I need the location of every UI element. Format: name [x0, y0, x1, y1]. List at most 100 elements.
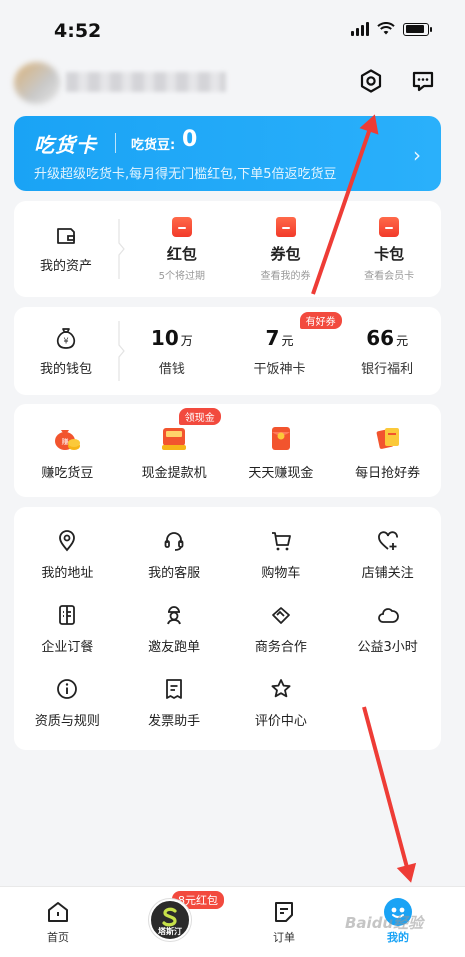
my-assets-label: 我的资产 [39, 258, 92, 274]
status-bar: 4:52 [0, 0, 465, 56]
cardpack-title: 卡包 [374, 244, 405, 263]
cardpack-sub: 查看会员卡 [364, 270, 415, 282]
info-icon [57, 679, 78, 699]
promo-card: 赚 赚吃货豆 领现金 现金提款机 天天赚现金 每日抢好券 [14, 404, 441, 497]
coupon-sub: 查看我的券 [260, 270, 311, 282]
my-wallet-button[interactable]: ¥ 我的钱包 [14, 307, 118, 395]
tab-home[interactable]: 首页 [18, 887, 98, 957]
get-cash-tag: 领现金 [178, 408, 221, 425]
profile-header [0, 56, 465, 110]
tool-business-label: 商务合作 [254, 640, 307, 655]
svg-text:赚: 赚 [62, 437, 69, 446]
money-bag-icon: ¥ [56, 327, 76, 349]
daily-cash-item[interactable]: 天天赚现金 [228, 424, 335, 481]
tool-enterprise-label: 企业订餐 [41, 640, 94, 655]
coupon-title: 券包 [270, 244, 301, 263]
heart-plus-icon [377, 531, 398, 550]
message-button[interactable] [408, 66, 438, 96]
meal-card-item[interactable]: 有好券 7元 干饭神卡 [226, 307, 342, 395]
red-envelope-icon [271, 427, 290, 450]
tool-review-label: 评价中心 [254, 714, 307, 729]
bank-benefit-amount: 66 元 [366, 325, 409, 350]
message-icon [412, 71, 434, 92]
tab-orders-label: 订单 [273, 931, 295, 944]
cardpack-icon [379, 216, 400, 237]
order-icon [275, 902, 293, 922]
settings-button[interactable] [356, 66, 386, 96]
meal-card-amount: 7元 [265, 325, 294, 350]
tool-address-label: 我的地址 [41, 566, 94, 581]
tool-service-label: 我的客服 [148, 566, 201, 581]
tastien-logo-text: 塔斯汀 [158, 927, 182, 936]
tool-empty [334, 677, 441, 751]
building-icon [59, 605, 76, 625]
cash-atm-item[interactable]: 领现金 现金提款机 [121, 408, 228, 481]
assets-card: 我的资产 红包 5个将过期 券包 查看我的券 卡包 查看会员卡 [14, 201, 441, 297]
status-icons [351, 22, 432, 36]
headset-icon [164, 532, 184, 551]
daily-cash-label: 天天赚现金 [248, 466, 314, 481]
vip-subtitle: 升级超级吃货卡,每月得无门槛红包,下单5倍返吃货豆 [34, 167, 337, 182]
tool-rules-label: 资质与规则 [34, 714, 100, 729]
redpacket-item[interactable]: 红包 5个将过期 [130, 201, 234, 297]
earn-beans-item[interactable]: 赚 赚吃货豆 [14, 424, 121, 481]
tab-orders[interactable]: 订单 [244, 887, 324, 957]
bank-benefit-item[interactable]: 66 元 银行福利 [333, 307, 441, 395]
daily-coupon-label: 每日抢好券 [355, 466, 421, 481]
tastien-logo: 塔斯汀 [149, 899, 191, 941]
tool-cart-label: 购物车 [261, 566, 301, 581]
invoice-icon [166, 679, 183, 699]
coupon-item[interactable]: 券包 查看我的券 [234, 201, 338, 297]
tool-address[interactable]: 我的地址 [14, 529, 121, 603]
tool-invoice-label: 发票助手 [148, 714, 201, 729]
vip-divider [115, 133, 116, 153]
coupon-icon [275, 216, 296, 237]
cash-atm-label: 现金提款机 [141, 466, 207, 481]
tool-invite[interactable]: 邀友跑单 [121, 603, 228, 677]
tool-follow-label: 店铺关注 [361, 566, 414, 581]
username-blurred[interactable] [66, 72, 226, 92]
tool-service[interactable]: 我的客服 [121, 529, 228, 603]
tab-home-label: 首页 [47, 931, 69, 944]
cardpack-item[interactable]: 卡包 查看会员卡 [337, 201, 441, 297]
chevron-right-icon: › [413, 143, 421, 167]
redpacket-sub: 5个将过期 [158, 270, 206, 282]
handshake-icon [271, 607, 290, 624]
vip-beans-value: 0 [182, 127, 198, 152]
cloud-icon [377, 608, 399, 623]
tool-rules[interactable]: 资质与规则 [14, 677, 121, 751]
tab-center-promo[interactable]: 8元红包 塔斯汀 [130, 887, 224, 957]
status-time: 4:52 [54, 20, 102, 42]
daily-coupon-item[interactable]: 每日抢好券 [334, 424, 441, 481]
tool-business[interactable]: 商务合作 [228, 603, 335, 677]
cart-icon [271, 532, 291, 551]
tool-invite-label: 邀友跑单 [148, 640, 201, 655]
wallet-card: ¥ 我的钱包 10 万 借钱 有好券 7元 干饭神卡 66 元 银行福利 [14, 307, 441, 395]
rider-icon [167, 606, 181, 625]
loan-item[interactable]: 10 万 借钱 [118, 307, 226, 395]
tool-charity-label: 公益3小时 [357, 640, 418, 655]
tool-follow[interactable]: 店铺关注 [334, 529, 441, 603]
coin-bag-icon: 赚 [55, 430, 81, 450]
s-logo-icon [162, 907, 177, 927]
tool-invoice[interactable]: 发票助手 [121, 677, 228, 751]
tool-charity[interactable]: 公益3小时 [334, 603, 441, 677]
my-assets-button[interactable]: 我的资产 [14, 201, 118, 297]
wallet-card-icon [57, 227, 75, 244]
loan-label: 借钱 [158, 361, 185, 377]
tool-review[interactable]: 评价中心 [228, 677, 335, 751]
home-icon [48, 902, 68, 922]
avatar[interactable] [14, 62, 60, 104]
svg-text:¥: ¥ [63, 336, 68, 345]
star-icon [271, 679, 291, 698]
battery-icon [403, 22, 432, 36]
baidu-watermark: Baidu经验 [345, 914, 424, 932]
tool-enterprise[interactable]: 企业订餐 [14, 603, 121, 677]
redpacket-title: 红包 [166, 244, 197, 263]
tool-cart[interactable]: 购物车 [228, 529, 335, 603]
redpacket-icon [171, 216, 192, 237]
my-wallet-label: 我的钱包 [39, 361, 92, 377]
coupon-ticket-icon [376, 428, 399, 449]
settings-hexagon-icon [360, 69, 382, 93]
vip-beans-label: 吃货豆: [131, 138, 176, 153]
